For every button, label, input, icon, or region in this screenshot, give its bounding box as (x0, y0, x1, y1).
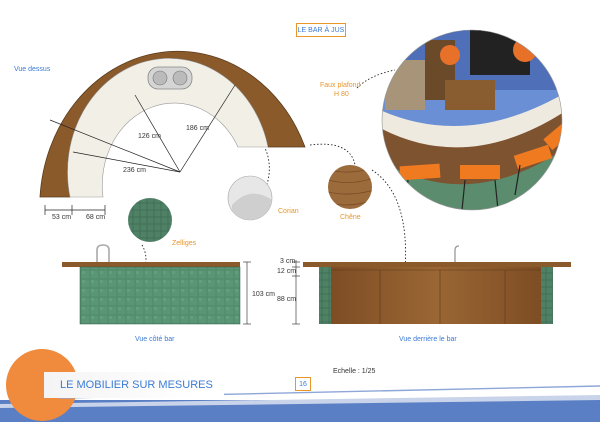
dim-radius: 236 cm (123, 167, 146, 174)
top-view-label: Vue dessus (14, 66, 51, 73)
banner-title: LE MOBILIER SUR MESURES (44, 372, 224, 398)
back-dim-mid: 12 cm (277, 268, 297, 275)
dim-inner-1: 126 cm (138, 133, 161, 140)
back-view-label: Vue derrière le bar (399, 336, 457, 343)
side-view-label: Vue côté bar (135, 336, 175, 343)
chene-label: Chêne (340, 214, 361, 221)
bar-render-image (381, 29, 563, 211)
corian-swatch (227, 175, 273, 221)
dim-inner-2: 186 cm (186, 125, 209, 132)
page-number: 16 (295, 377, 311, 391)
back-dim-body: 88 cm (277, 296, 297, 303)
scale-label: Echelle : 1/25 (333, 368, 376, 375)
page-title: LE BAR À JUS (296, 23, 346, 37)
side-view-elevation (62, 244, 251, 325)
zelliges-label: Zelliges (172, 240, 197, 247)
zelliges-swatch (128, 198, 172, 242)
dim-bottom-1: 53 cm (52, 214, 72, 221)
side-dim-height: 103 cm (252, 291, 275, 298)
render-callout-line2: H 80 (334, 91, 349, 98)
chene-swatch (328, 165, 372, 209)
corian-label: Corian (278, 208, 299, 215)
back-dim-top: 3 cm (280, 258, 296, 265)
dim-bottom-2: 68 cm (86, 214, 106, 221)
sink-icon (147, 66, 193, 90)
render-callout-line1: Faux plafond (320, 82, 361, 89)
drawing-canvas (0, 29, 600, 422)
back-view-elevation (292, 245, 571, 325)
